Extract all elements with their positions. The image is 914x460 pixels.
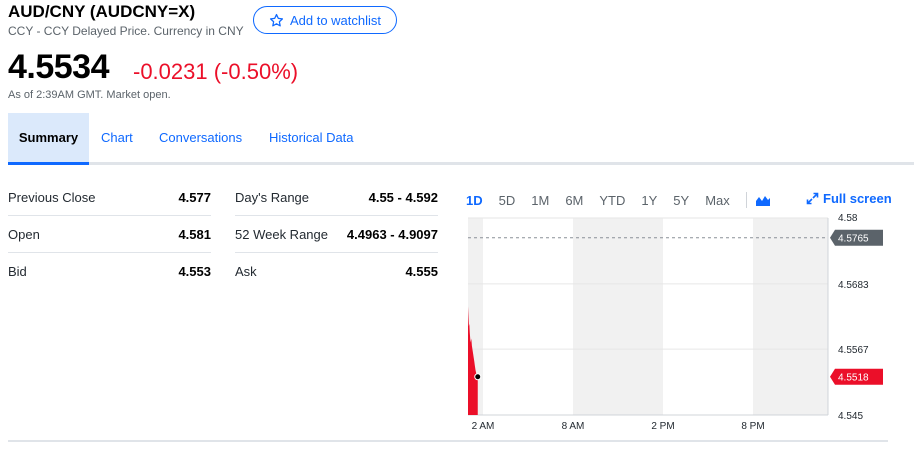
previous-close-label: 4.5765 [838, 234, 869, 245]
stat-label: Bid [8, 263, 27, 279]
x-tick-label: 2 AM [472, 421, 495, 432]
section-divider [8, 440, 888, 442]
current-price-label: 4.5518 [838, 373, 869, 384]
mountain-chart-icon[interactable] [755, 193, 771, 207]
stat-label: Day's Range [235, 190, 310, 205]
range-1y-button[interactable]: 1Y [641, 193, 657, 208]
range-max-button[interactable]: Max [705, 193, 730, 208]
x-tick-label: 8 PM [741, 421, 764, 432]
full-screen-label: Full screen [823, 191, 892, 206]
y-tick-label: 4.545 [838, 411, 863, 422]
y-tick-label: 4.5567 [838, 345, 869, 356]
stat-label: 52 Week Range [235, 227, 328, 242]
stat-row-ask: Ask 4.555 [235, 253, 438, 289]
stat-label: Previous Close [8, 190, 96, 205]
range-5y-button[interactable]: 5Y [673, 193, 689, 208]
current-price-dot [474, 373, 482, 381]
stat-label: Open [8, 227, 40, 242]
off-hours-band [753, 218, 828, 415]
star-icon [269, 13, 284, 26]
price-change: -0.0231 (-0.50%) [133, 59, 299, 84]
stat-value: 4.4963 - 4.9097 [346, 227, 438, 242]
range-6m-button[interactable]: 6M [565, 193, 583, 208]
tab-historical-data[interactable]: Historical Data [269, 113, 354, 165]
add-to-watchlist-label: Add to watchlist [289, 12, 382, 28]
tab-chart[interactable]: Chart [101, 113, 133, 165]
y-tick-label: 4.58 [838, 213, 858, 224]
y-tick-label: 4.5683 [838, 280, 869, 291]
range-divider [745, 192, 747, 208]
stat-value: 4.577 [178, 190, 211, 205]
quote-tabs: Summary Chart Conversations Historical D… [8, 113, 914, 165]
chart-range-selector: 1D 5D 1M 6M YTD 1Y 5Y Max [466, 190, 771, 210]
stat-row-previous-close: Previous Close 4.577 [8, 180, 211, 216]
price-chart[interactable]: 4.58 4.5683 4.5567 4.545 2 AM 8 AM 2 PM 8 PM 4.5… [466, 212, 906, 434]
range-1m-button[interactable]: 1M [531, 193, 549, 208]
range-5d-button[interactable]: 5D [499, 193, 516, 208]
range-1d-button[interactable]: 1D [466, 193, 483, 208]
expand-icon [806, 192, 819, 205]
x-tick-label: 2 PM [651, 421, 674, 432]
stat-row-open: Open 4.581 [8, 217, 211, 253]
quote-title: AUD/CNY (AUDCNY=X) [8, 2, 196, 21]
stat-value: 4.553 [178, 263, 211, 279]
full-screen-button[interactable]: Full screen [806, 191, 892, 206]
add-to-watchlist-button[interactable]: Add to watchlist [253, 6, 397, 34]
quote-subtitle: CCY - CCY Delayed Price. Currency in CNY [8, 24, 244, 38]
off-hours-band [573, 218, 663, 415]
stat-value: 4.555 [405, 263, 438, 279]
stat-value: 4.581 [178, 227, 211, 242]
stat-row-days-range: Day's Range 4.55 - 4.592 [235, 180, 438, 216]
x-tick-label: 8 AM [562, 421, 585, 432]
tab-conversations[interactable]: Conversations [159, 113, 242, 165]
tab-summary[interactable]: Summary [8, 113, 89, 165]
as-of-timestamp: As of 2:39AM GMT. Market open. [8, 89, 171, 101]
stat-value: 4.55 - 4.592 [368, 190, 438, 205]
stat-row-bid: Bid 4.553 [8, 253, 211, 289]
stat-row-52-week-range: 52 Week Range 4.4963 - 4.9097 [235, 217, 438, 253]
range-ytd-button[interactable]: YTD [599, 193, 625, 208]
stat-label: Ask [235, 263, 257, 279]
current-price: 4.5534 [8, 48, 110, 86]
